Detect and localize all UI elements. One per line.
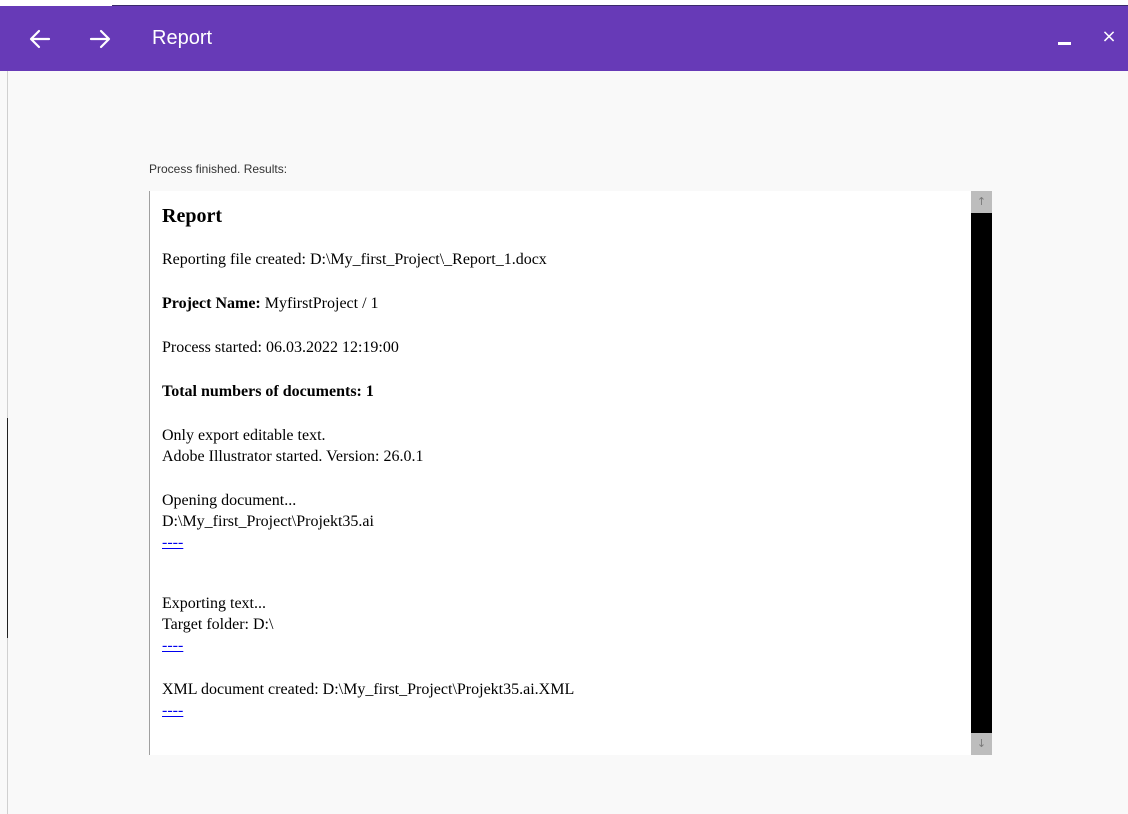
- arrow-right-icon: [89, 29, 111, 49]
- status-text: Process finished. Results:: [149, 162, 288, 176]
- illustrator-started-line: Adobe Illustrator started. Version: 26.0…: [162, 448, 424, 465]
- export-mode-line: Only export editable text.: [162, 427, 326, 444]
- opening-line: Opening document...: [162, 492, 297, 509]
- title-bar: Report ×: [0, 6, 1128, 71]
- window-title: Report: [152, 27, 213, 49]
- opening-block: Opening document... D:\My_first_Project\…: [162, 490, 967, 553]
- project-name-line: Project Name: MyfirstProject / 1: [162, 293, 967, 314]
- separator-link[interactable]: ----: [162, 637, 183, 654]
- process-started-line: Process started: 06.03.2022 12:19:00: [162, 339, 399, 356]
- window-left-border-accent: [7, 418, 8, 638]
- minimize-button[interactable]: [1055, 30, 1075, 50]
- project-name-label: Project Name:: [162, 295, 261, 312]
- separator-link[interactable]: ----: [162, 702, 183, 719]
- xml-block: XML document created: D:\My_first_Projec…: [162, 679, 967, 721]
- exporting-line: Exporting text...: [162, 595, 266, 612]
- total-documents-line: Total numbers of documents: 1: [162, 381, 967, 402]
- total-documents-text: Total numbers of documents: 1: [162, 383, 374, 400]
- exporting-block: Exporting text... Target folder: D:\ ---…: [162, 593, 967, 656]
- reporting-file-line: Reporting file created: D:\My_first_Proj…: [162, 251, 547, 268]
- forward-button[interactable]: [82, 21, 118, 57]
- export-info-block: Only export editable text. Adobe Illustr…: [162, 425, 967, 467]
- report-content: Report Reporting file created: D:\My_fir…: [162, 203, 967, 721]
- separator-link[interactable]: ----: [162, 534, 183, 551]
- project-name-value: MyfirstProject / 1: [260, 295, 379, 312]
- xml-created-line: XML document created: D:\My_first_Projec…: [162, 681, 575, 698]
- scroll-down-button[interactable]: ↓: [971, 733, 992, 755]
- back-button[interactable]: [22, 21, 58, 57]
- opening-path-line: D:\My_first_Project\Projekt35.ai: [162, 513, 374, 530]
- report-heading: Report: [162, 205, 222, 227]
- vertical-scrollbar[interactable]: ↑ ↓: [971, 191, 992, 755]
- close-button[interactable]: ×: [1098, 26, 1120, 48]
- minimize-icon: [1058, 42, 1071, 45]
- arrow-left-icon: [29, 29, 51, 49]
- target-folder-line: Target folder: D:\: [162, 616, 274, 633]
- report-view[interactable]: Report Reporting file created: D:\My_fir…: [149, 191, 992, 755]
- scroll-up-button[interactable]: ↑: [971, 191, 992, 213]
